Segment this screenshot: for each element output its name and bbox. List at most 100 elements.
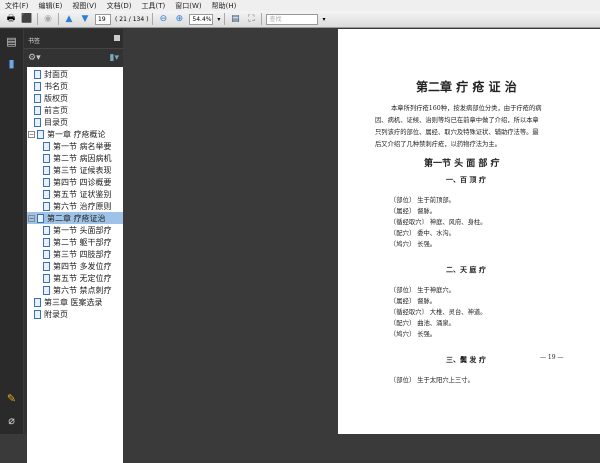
bookmark-icon — [37, 213, 44, 223]
menu-item[interactable]: 工具(T) — [142, 1, 166, 11]
bookmark-label: 第一章 疗疮概论 — [47, 129, 106, 139]
divider — [152, 13, 154, 25]
entry-line: 〔属经〕 督脉。 — [390, 208, 437, 215]
panel-title: 书签 — [28, 38, 41, 45]
search-input[interactable]: 查找 — [266, 13, 319, 25]
search-dropdown-icon[interactable]: ▾ — [322, 16, 325, 23]
bookmark-item[interactable]: 封面页 — [27, 68, 123, 80]
bookmark-label: 第六节 治疗原则 — [53, 201, 112, 211]
bookmark-label: 第二章 疗疮证治 — [47, 213, 106, 223]
bookmark-item[interactable]: 第四节 四诊概要 — [27, 176, 123, 188]
divider — [37, 13, 38, 25]
bookmark-icon — [34, 81, 41, 91]
bookmark-item[interactable]: 第六节 治疗原则 — [27, 200, 123, 212]
new-bookmark-icon[interactable]: ▮▾ — [110, 53, 119, 63]
bookmarks-icon[interactable]: ▮ — [5, 57, 18, 70]
intro-line: 本章所列疔疮160种，按发病部位分类，由于疔疮的病 — [391, 105, 542, 112]
bookmark-label: 第五节 无定位疗 — [53, 273, 112, 283]
panel-toolbar: ⚙▾ ▮▾ — [24, 49, 123, 66]
bookmark-label: 书名页 — [44, 81, 68, 91]
collapse-toggle-icon[interactable]: − — [28, 130, 35, 138]
menu-item[interactable]: 视图(V) — [72, 1, 96, 11]
bookmark-icon — [34, 117, 41, 127]
bookmark-item[interactable]: 第三节 证候表现 — [27, 164, 123, 176]
menu-item[interactable]: 帮助(H) — [212, 1, 237, 11]
intro-line: 因、病机、证候、治则等均已在前章中做了介绍，所以本章 — [375, 117, 539, 124]
bookmark-icon — [43, 153, 50, 163]
bookmark-label: 附录页 — [44, 309, 68, 319]
intro-line: 只列该疔的部位、属经、取穴及特殊证状、辅助疗法等。最 — [375, 129, 539, 136]
menu-item[interactable]: 编辑(E) — [39, 1, 63, 11]
menu-item[interactable]: 文档(D) — [107, 1, 132, 11]
collaborate-icon[interactable]: ◉ — [42, 13, 54, 25]
bookmark-item[interactable]: 第三节 四肢部疗 — [27, 248, 123, 260]
zoom-out-button[interactable]: ⊖ — [157, 13, 169, 25]
entry-line: 〔部位〕 生于前顶部。 — [390, 197, 455, 204]
bookmark-icon — [34, 93, 41, 103]
section-title: 第一节 头 面 部 疔 — [424, 159, 500, 169]
bookmark-item[interactable]: 书名页 — [27, 80, 123, 92]
pages-icon[interactable]: ▤ — [5, 35, 18, 48]
bookmark-label: 第二节 病因病机 — [53, 153, 112, 163]
bookmark-item[interactable]: 第三章 医案选录 — [27, 296, 123, 308]
menu-item[interactable]: 文件(F) — [5, 1, 29, 11]
bookmark-item[interactable]: 第二节 病因病机 — [27, 152, 123, 164]
next-page-button[interactable]: ▼ — [79, 13, 91, 25]
entry-line: 〔鸠穴〕 长强。 — [390, 331, 437, 338]
bookmark-label: 版权页 — [44, 93, 68, 103]
bookmark-label: 目录页 — [44, 117, 68, 127]
bookmark-item[interactable]: 第五节 无定位疗 — [27, 272, 123, 284]
zoom-input[interactable]: 54.4% — [189, 13, 214, 25]
panel-options-button[interactable] — [114, 35, 120, 41]
page-number-input[interactable]: 19 — [95, 13, 111, 25]
bookmark-item[interactable]: 第一节 病名举要 — [27, 140, 123, 152]
fit-page-icon[interactable]: ⛶ — [245, 13, 257, 25]
comments-icon[interactable]: ✎ — [5, 392, 18, 405]
attachments-icon[interactable]: ⌀ — [5, 414, 18, 427]
menu-item[interactable]: 窗口(W) — [175, 1, 201, 11]
bookmark-item[interactable]: 附录页 — [27, 308, 123, 320]
fit-width-icon[interactable]: ▤ — [229, 13, 241, 25]
bookmark-item[interactable]: 版权页 — [27, 92, 123, 104]
bookmark-item[interactable]: 第二节 躯干部疗 — [27, 236, 123, 248]
bookmark-icon — [43, 249, 50, 259]
divider — [224, 13, 226, 25]
bookmark-item[interactable]: − 第一章 疗疮概论 — [27, 128, 123, 140]
bookmark-label: 第三节 证候表现 — [53, 165, 112, 175]
entry-line: 〔配穴〕 曲池、涌泉。 — [390, 320, 455, 327]
bookmark-icon — [43, 261, 50, 271]
bookmark-icon — [34, 105, 41, 115]
options-gear-icon[interactable]: ⚙▾ — [28, 53, 41, 63]
bookmark-item[interactable]: 目录页 — [27, 116, 123, 128]
intro-line: 后又介绍了几种禁刺疔疮，以药物疗法为主。 — [375, 141, 501, 148]
bookmark-icon — [43, 141, 50, 151]
page-count: ( 21 / 134 ) — [115, 15, 149, 23]
bookmark-item[interactable]: 第五节 证状鉴别 — [27, 188, 123, 200]
bookmark-item[interactable]: 第六节 禁点刺疗 — [27, 284, 123, 296]
bookmark-item[interactable]: 前言页 — [27, 104, 123, 116]
bookmark-item[interactable]: 第一节 头面部疗 — [27, 224, 123, 236]
bookmark-label: 第二节 躯干部疗 — [53, 237, 112, 247]
zoom-in-button[interactable]: ⊕ — [173, 13, 185, 25]
entry-line: 〔鸠穴〕 长强。 — [390, 241, 437, 248]
print-icon[interactable]: 🖶 — [5, 13, 17, 25]
divider — [261, 13, 263, 25]
collapse-toggle-icon[interactable]: − — [28, 214, 35, 222]
subsection-title: 一、百 顶 疔 — [446, 175, 486, 184]
bookmark-icon — [43, 225, 50, 235]
bookmark-icon — [37, 129, 44, 139]
bookmark-label: 第一节 病名举要 — [53, 141, 112, 151]
bookmark-label: 第四节 四诊概要 — [53, 177, 112, 187]
create-pdf-icon[interactable]: ⬛ — [21, 13, 33, 25]
bookmark-item[interactable]: − 第二章 疗疮证治 — [27, 212, 123, 224]
subsection-title: 三、鬓 发 疔 — [446, 355, 486, 364]
bookmark-item[interactable]: 第四节 多发位疗 — [27, 260, 123, 272]
bookmark-label: 第五节 证状鉴别 — [53, 189, 112, 199]
zoom-dropdown-icon[interactable]: ▾ — [217, 16, 220, 23]
bookmark-icon — [43, 177, 50, 187]
bookmark-icon — [43, 189, 50, 199]
document-page: 第二章 疔 疮 证 治 本章所列疔疮160种，按发病部位分类，由于疔疮的病 因、… — [338, 29, 600, 434]
divider — [58, 13, 59, 25]
bookmark-icon — [34, 297, 41, 307]
previous-page-button[interactable]: ▲ — [63, 13, 75, 25]
